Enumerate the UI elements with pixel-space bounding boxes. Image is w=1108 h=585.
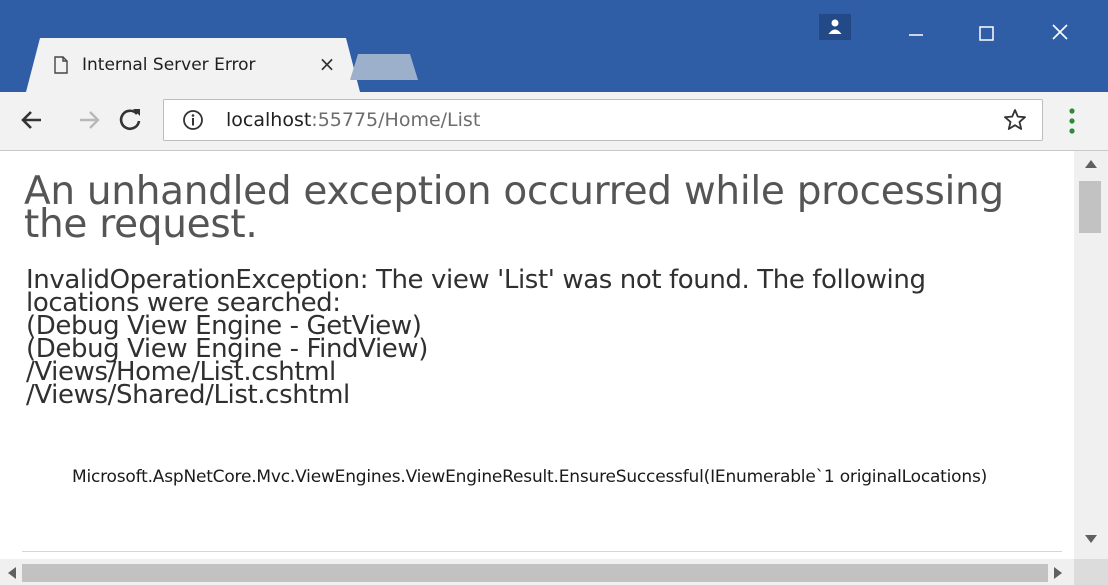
vertical-scroll-thumb[interactable] — [1079, 181, 1101, 233]
error-line: /Views/Shared/List.cshtml — [26, 380, 350, 410]
star-icon[interactable] — [1003, 108, 1027, 132]
error-message: InvalidOperationException: The view 'Lis… — [26, 267, 1066, 410]
user-profile-button[interactable] — [819, 14, 851, 40]
scroll-left-icon[interactable] — [6, 566, 18, 580]
minimize-icon — [909, 34, 923, 36]
close-icon — [1052, 24, 1068, 40]
scroll-corner — [1074, 559, 1108, 585]
scroll-right-icon[interactable] — [1052, 566, 1064, 580]
user-icon — [828, 19, 842, 34]
scroll-down-icon[interactable] — [1083, 533, 1099, 545]
reload-icon[interactable] — [114, 104, 146, 136]
new-tab-button[interactable] — [350, 54, 418, 80]
forward-arrow-icon[interactable] — [73, 104, 105, 136]
url-text[interactable]: localhost:55775/Home/List — [226, 109, 480, 131]
scroll-up-icon[interactable] — [1083, 158, 1099, 170]
minimize-button[interactable] — [894, 14, 938, 54]
stack-frame: Microsoft.AspNetCore.Mvc.ViewEngines.Vie… — [72, 467, 988, 487]
tab-title: Internal Server Error — [82, 55, 256, 75]
maximize-icon — [979, 26, 994, 41]
divider — [22, 551, 1062, 552]
url-path: :55775/Home/List — [311, 109, 481, 131]
info-icon[interactable] — [182, 109, 204, 131]
url-host: localhost — [226, 109, 312, 131]
tab-close-button[interactable]: × — [316, 52, 338, 76]
back-arrow-icon[interactable] — [16, 104, 48, 136]
maximize-button[interactable] — [958, 14, 1014, 54]
browser-window: Internal Server Error × localhost:55775/… — [0, 0, 1108, 585]
page-content: An unhandled exception occurred while pr… — [0, 151, 1074, 559]
horizontal-scroll-thumb[interactable] — [22, 564, 1048, 582]
window-close-button[interactable] — [1030, 10, 1090, 54]
error-heading: An unhandled exception occurred while pr… — [24, 169, 1004, 247]
document-icon — [54, 56, 68, 74]
kebab-menu-icon[interactable] — [1066, 106, 1078, 136]
